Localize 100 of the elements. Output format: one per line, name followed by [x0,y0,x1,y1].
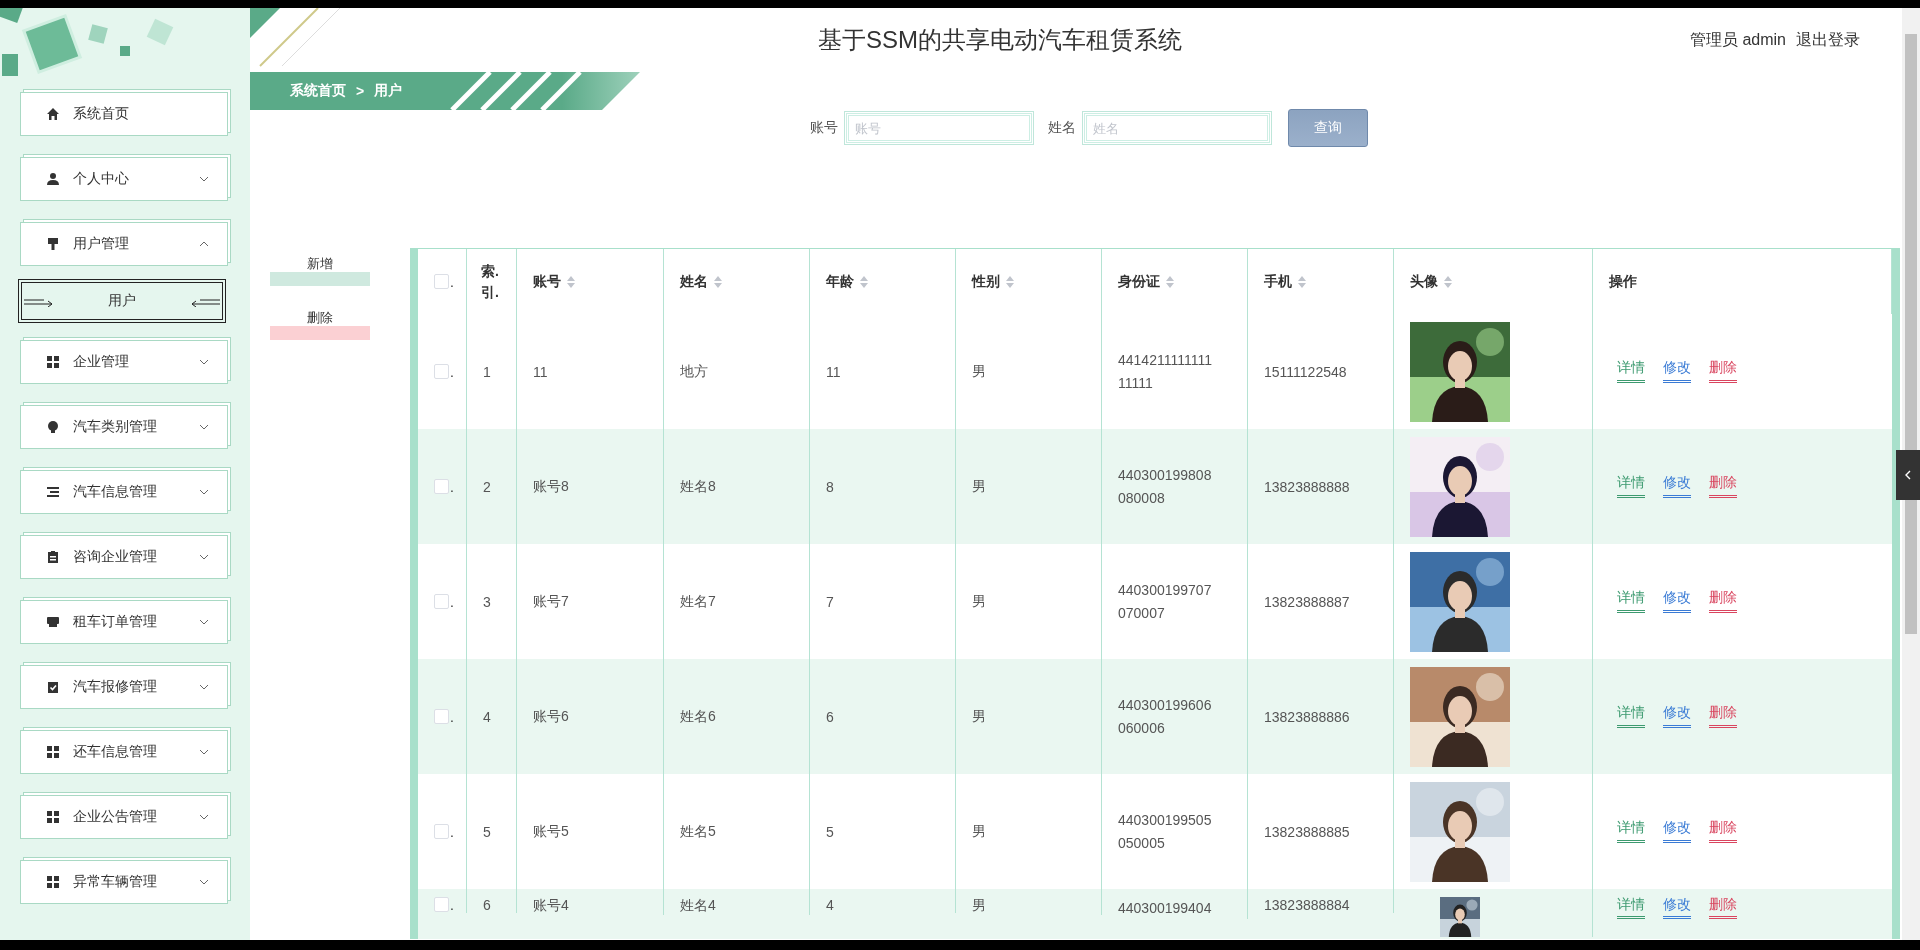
page-title: 基于SSM的共享电动汽车租赁系统 [816,25,1183,55]
checkbox-mark: . [450,478,454,495]
add-button[interactable]: 新增 [270,254,370,286]
menu-item[interactable]: 个人中心 [20,157,228,201]
action-link[interactable]: 修改 [1663,475,1691,498]
checkbox[interactable] [434,824,449,839]
column-header: 索. 引. [481,261,499,302]
table-cell-text: 440300199808080008 [1118,466,1213,508]
table-cell: 13823888886 [1264,708,1350,725]
table-cell: 男 [972,822,986,841]
checkbox[interactable] [434,897,449,912]
table-cell: 账号7 [533,592,569,611]
table-cell: 11 [826,363,841,380]
action-link[interactable]: 删除 [1709,475,1737,498]
checkbox[interactable] [434,709,449,724]
grid-icon [46,810,60,824]
sort-icon[interactable] [1006,275,1014,288]
table-cell: 姓名6 [680,707,716,726]
action-link[interactable]: 修改 [1663,360,1691,383]
menu-item[interactable]: 汽车信息管理 [20,470,228,514]
column-header: 姓名 [680,272,708,291]
scrollbar[interactable] [1902,8,1920,940]
table-cell-text: 440300199505050005 [1118,811,1213,853]
checkbox[interactable] [434,274,449,289]
paintbrush-icon [46,237,60,251]
checkbox-mark: . [450,897,454,913]
breadcrumb-link[interactable]: 系统首页 [290,82,346,100]
table-cell: 男 [972,477,986,496]
table-cell: 账号4 [533,897,569,915]
sort-icon[interactable] [1298,275,1306,288]
arrow-icon [190,297,220,307]
checkbox-mark: . [450,593,454,610]
arrow-icon [24,297,54,307]
action-link[interactable]: 删除 [1709,820,1737,843]
menu-item[interactable]: 用户管理 [20,222,228,266]
menu-item[interactable]: 还车信息管理 [20,730,228,774]
logout-link[interactable]: 退出登录 [1796,29,1860,51]
chevron-left-icon [1905,470,1911,480]
checkbox-mark: . [450,273,454,290]
store-icon [46,615,60,629]
table-cell: 账号6 [533,707,569,726]
action-link[interactable]: 删除 [1709,590,1737,613]
action-link[interactable]: 详情 [1617,820,1645,843]
search-field[interactable]: 账号 [844,111,1034,145]
table-cell: 姓名7 [680,592,716,611]
table-cell-text: 440300199404 [1118,899,1213,918]
menu-item[interactable]: 系统首页 [20,92,228,136]
breadcrumb-current: 用户 [374,82,403,100]
checkbox[interactable] [434,479,449,494]
table-cell: 姓名4 [680,897,716,915]
clipboard-icon [46,550,60,564]
checkbox[interactable] [434,364,449,379]
table-cell: 5 [483,823,491,840]
table-cell: 7 [826,593,834,610]
action-link[interactable]: 修改 [1663,820,1691,843]
menu-item[interactable]: 汽车报修管理 [20,665,228,709]
action-link[interactable]: 修改 [1663,897,1691,920]
action-link[interactable]: 详情 [1617,475,1645,498]
table-cell: 15111122548 [1264,363,1347,380]
sort-icon[interactable] [567,275,575,288]
menu-item[interactable]: 异常车辆管理 [20,860,228,904]
table-cell-text: 440300199707070007 [1118,581,1213,623]
grid-icon [46,355,60,369]
delete-button[interactable]: 删除 [270,308,370,340]
table-cell: 5 [826,823,834,840]
grid-icon [46,875,60,889]
table-cell: 2 [483,478,491,495]
action-link[interactable]: 修改 [1663,705,1691,728]
table-cell: 男 [972,592,986,611]
action-link[interactable]: 详情 [1617,590,1645,613]
submenu-item[interactable]: 用户 [18,279,226,323]
action-link[interactable]: 删除 [1709,705,1737,728]
table-cell: 8 [826,478,834,495]
table-cell: 13823888887 [1264,593,1350,610]
user-label: 管理员 admin [1689,29,1786,50]
checkbox[interactable] [434,594,449,609]
menu-item[interactable]: 咨询企业管理 [20,535,228,579]
menu-item[interactable]: 企业公告管理 [20,795,228,839]
action-link[interactable]: 删除 [1709,360,1737,383]
action-link[interactable]: 详情 [1617,705,1645,728]
action-link[interactable]: 删除 [1709,897,1737,920]
sort-icon[interactable] [1444,275,1452,288]
column-header: 年龄 [826,272,854,291]
action-link[interactable]: 详情 [1617,360,1645,383]
search-button[interactable]: 查询 [1288,109,1368,147]
menu-item[interactable]: 企业管理 [20,340,228,384]
clipboard-check-icon [46,680,60,694]
sort-icon[interactable] [860,275,868,288]
collapse-tab[interactable] [1896,450,1920,500]
sort-icon[interactable] [714,275,722,288]
menu-item[interactable]: 租车订单管理 [20,600,228,644]
checkbox-mark: . [450,823,454,840]
sort-icon[interactable] [1166,275,1174,288]
search-field[interactable]: 姓名 [1082,111,1272,145]
column-header: 性别 [972,272,1000,291]
table-cell: 账号5 [533,822,569,841]
table-cell: 3 [483,593,491,610]
menu-item[interactable]: 汽车类别管理 [20,405,228,449]
action-link[interactable]: 修改 [1663,590,1691,613]
action-link[interactable]: 详情 [1617,897,1645,920]
